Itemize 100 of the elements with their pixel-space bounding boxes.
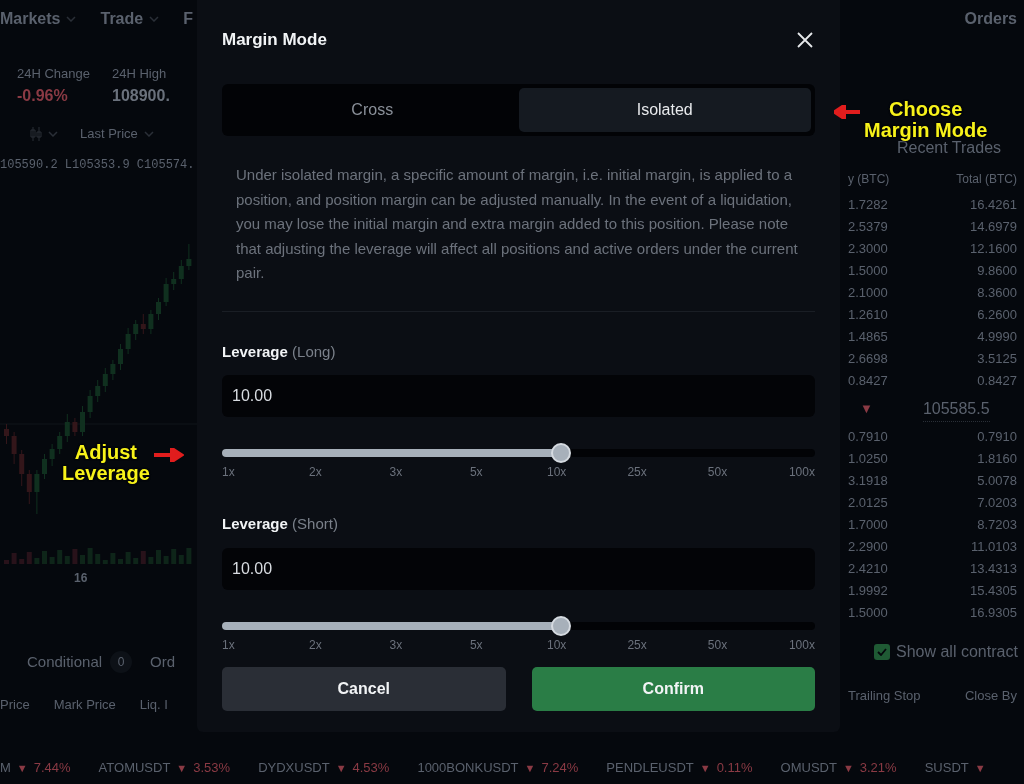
trade-quantity: 2.2900 <box>848 538 888 557</box>
annotation-text: Adjust <box>74 442 138 463</box>
annotation-text: Margin Mode <box>864 120 988 141</box>
slider-tick-label: 2x <box>308 636 323 654</box>
volume-bar <box>186 547 192 564</box>
down-arrow: ▼ <box>974 760 986 776</box>
trade-quantity: 1.7000 <box>848 516 888 535</box>
order-tab[interactable]: Ord <box>150 650 176 673</box>
close-icon[interactable] <box>797 32 813 48</box>
slider-thumb[interactable] <box>550 443 571 463</box>
volume-bar <box>72 548 78 564</box>
ticker-symbol[interactable]: PENDLEUSDT <box>606 758 694 778</box>
ohlc-readout: 105590.2 L105353.9 C105574. <box>0 156 196 174</box>
trade-quantity: 1.9992 <box>848 582 888 601</box>
down-arrow: ▼ <box>860 400 873 419</box>
trade-total: 1.8160 <box>977 450 1017 469</box>
orders-tab[interactable]: Orders <box>964 7 1017 31</box>
candle <box>186 243 192 270</box>
ticker-symbol[interactable]: OMUSDT <box>780 758 837 778</box>
slider-tick-label: 3x <box>388 464 404 481</box>
leverage-label: Leverage (Long) <box>222 341 337 362</box>
chart-axis-label: 16 <box>74 569 89 587</box>
slider-tick-label: 25x <box>626 464 648 481</box>
slider-tick-label: 5x <box>468 464 484 481</box>
trade-total: 13.4313 <box>970 560 1017 579</box>
column-header: Liq. I <box>139 696 168 714</box>
trade-quantity: 2.4210 <box>848 560 888 579</box>
volume-bar <box>42 550 47 564</box>
column-header: Close By <box>964 687 1017 705</box>
candle <box>4 423 9 444</box>
trade-quantity: 2.0125 <box>848 494 888 513</box>
dialog-title: Margin Mode <box>222 29 327 52</box>
ticker-change: 7.24% <box>541 759 579 778</box>
candle <box>34 469 40 514</box>
candle <box>11 431 17 464</box>
ticker-symbol[interactable]: 1000BONKUSDT <box>417 758 519 778</box>
trade-quantity: 2.1000 <box>848 284 888 303</box>
cancel-button[interactable]: Cancel <box>222 666 506 711</box>
slider-thumb[interactable] <box>550 615 571 636</box>
volume-bar <box>4 559 9 564</box>
volume-bar <box>34 557 40 564</box>
arrow-left-icon <box>834 105 860 119</box>
stat-label: 24H Change <box>17 65 90 83</box>
candle <box>148 309 154 334</box>
leverage-input[interactable]: 10.00 <box>222 547 815 590</box>
trade-total: 8.3600 <box>977 284 1017 303</box>
slider-tick-label: 100x <box>787 636 815 654</box>
confirm-button[interactable]: Confirm <box>531 666 815 711</box>
trade-total: 6.2600 <box>977 306 1017 325</box>
slider-tick-label: 25x <box>626 636 648 654</box>
checkbox[interactable] <box>874 644 890 660</box>
down-arrow: ▼ <box>524 760 536 776</box>
slider-tick-label: 1x <box>222 636 236 654</box>
description-text: Under isolated margin, a specific amount of margin, i.e. initial margin, is applied to a position, and position margin can be adjusted manually. In the event of a liquidation, you may lose the initial margin and extra margin added to this position. Please note that adjusting the leverage will affect all positions and active orders under the current pair. <box>235 165 799 283</box>
ticker-symbol[interactable]: DYDXUSDT <box>258 758 330 778</box>
trade-total: 8.7203 <box>977 516 1017 535</box>
last-price: 105585.5 <box>922 396 990 422</box>
down-arrow: ▼ <box>842 760 854 776</box>
slider-tick-label: 100x <box>787 464 815 481</box>
order-tab[interactable]: Conditional <box>27 650 103 673</box>
trade-quantity: 3.1918 <box>848 472 888 491</box>
slider-tick-label: 2x <box>308 464 323 481</box>
ticker-change: 0.11% <box>716 759 753 778</box>
slider-tick-label: 5x <box>468 636 484 654</box>
volume-bar <box>118 558 123 564</box>
annotation-text: Choose <box>889 99 963 120</box>
annotation-text: Leverage <box>62 463 150 484</box>
ticker-symbol[interactable]: M <box>0 758 11 778</box>
trade-quantity: 1.5000 <box>848 262 888 281</box>
mode-tab[interactable]: Cross <box>226 88 519 132</box>
candle <box>156 297 161 320</box>
arrow-right-icon <box>153 448 184 462</box>
trade-total: 0.8427 <box>977 372 1017 391</box>
volume-bar <box>163 555 169 564</box>
mode-tab[interactable]: Isolated <box>518 88 811 132</box>
leverage-label: Leverage (Short) <box>222 514 339 534</box>
trade-quantity: 1.7282 <box>848 196 888 215</box>
ticker-change: 3.21% <box>859 759 897 778</box>
column-header: Mark Price <box>53 696 116 714</box>
checkbox-label: Show all contract <box>896 642 1018 662</box>
down-arrow: ▼ <box>699 760 711 776</box>
candle <box>49 443 55 466</box>
down-arrow: ▼ <box>176 760 188 776</box>
trade-quantity: 0.8427 <box>848 372 888 391</box>
leverage-input[interactable]: 10.00 <box>222 375 815 417</box>
nav-menu-item[interactable]: Trade <box>100 7 144 31</box>
slider-tick-label: 50x <box>706 464 729 481</box>
checkmark-icon <box>877 648 887 656</box>
trade-quantity: 1.5000 <box>848 604 888 623</box>
nav-menu-item[interactable]: F <box>183 7 193 31</box>
nav-menu-item[interactable]: Markets <box>0 7 61 31</box>
ticker-symbol[interactable]: SUSDT <box>924 758 969 778</box>
trade-quantity: 1.0250 <box>848 450 888 469</box>
volume-bar <box>156 549 161 564</box>
stat-value: 108900. <box>112 85 170 106</box>
volume-bar <box>11 552 17 564</box>
trade-quantity: 1.2610 <box>848 306 888 325</box>
volume-bar <box>49 556 55 564</box>
ticker-symbol[interactable]: ATOMUSDT <box>98 758 171 778</box>
price-type-dropdown[interactable]: Last Price <box>80 123 138 144</box>
